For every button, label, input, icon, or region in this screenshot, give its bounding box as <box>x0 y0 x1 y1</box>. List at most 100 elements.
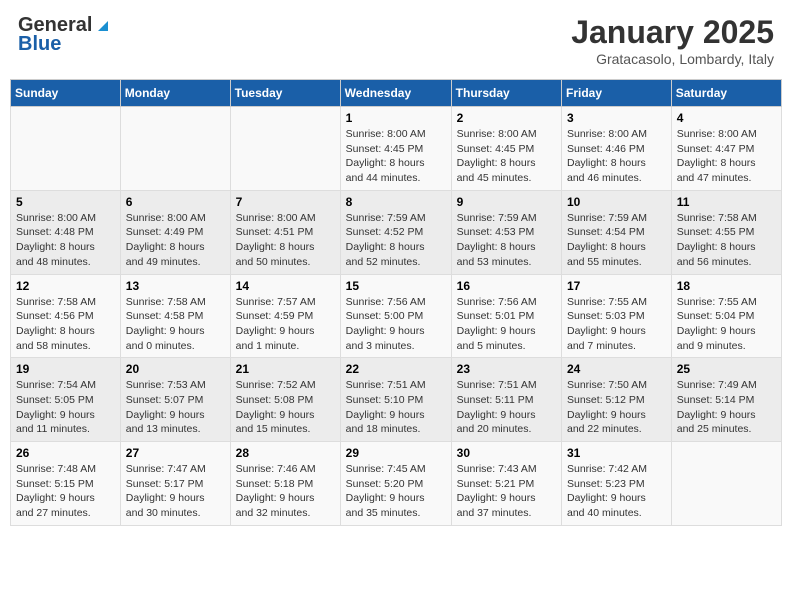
day-number: 29 <box>346 446 446 460</box>
location-subtitle: Gratacasolo, Lombardy, Italy <box>571 51 774 67</box>
weekday-header: Thursday <box>451 80 561 107</box>
calendar-cell: 12Sunrise: 7:58 AM Sunset: 4:56 PM Dayli… <box>11 274 121 358</box>
calendar-cell: 4Sunrise: 8:00 AM Sunset: 4:47 PM Daylig… <box>671 107 781 191</box>
weekday-header: Sunday <box>11 80 121 107</box>
day-info: Sunrise: 7:46 AM Sunset: 5:18 PM Dayligh… <box>236 462 335 521</box>
day-info: Sunrise: 7:53 AM Sunset: 5:07 PM Dayligh… <box>126 378 225 437</box>
weekday-header: Wednesday <box>340 80 451 107</box>
calendar-cell: 9Sunrise: 7:59 AM Sunset: 4:53 PM Daylig… <box>451 190 561 274</box>
weekday-header: Monday <box>120 80 230 107</box>
weekday-header: Friday <box>562 80 672 107</box>
calendar-cell: 18 Sunrise: 7:55 AM Sunset: 5:04 PM Dayli… <box>671 274 781 358</box>
day-info: Sunrise: 7:55 AM Sunset: 5:03 PM Dayligh… <box>567 295 666 354</box>
day-number: 1 <box>346 111 446 125</box>
calendar-cell: 26 Sunrise: 7:48 AM Sunset: 5:15 PM Dayli… <box>11 442 121 526</box>
day-number: 26 <box>16 446 115 460</box>
day-info: Sunrise: 7:52 AM Sunset: 5:08 PM Dayligh… <box>236 378 335 437</box>
day-number: 4 <box>677 111 776 125</box>
day-number: 13 <box>126 279 225 293</box>
calendar-cell: 14 Sunrise: 7:57 AM Sunset: 4:59 PM Dayli… <box>230 274 340 358</box>
calendar-cell: 30 Sunrise: 7:43 AM Sunset: 5:21 PM Dayli… <box>451 442 561 526</box>
day-info: Sunrise: 7:48 AM Sunset: 5:15 PM Dayligh… <box>16 462 115 521</box>
calendar-cell: 22 Sunrise: 7:51 AM Sunset: 5:10 PM Dayli… <box>340 358 451 442</box>
day-number: 21 <box>236 362 335 376</box>
calendar-cell: 19Sunrise: 7:54 AM Sunset: 5:05 PM Dayli… <box>11 358 121 442</box>
day-info: Sunrise: 8:00 AM Sunset: 4:48 PM Dayligh… <box>16 211 115 270</box>
day-number: 8 <box>346 195 446 209</box>
calendar-cell: 16 Sunrise: 7:56 AM Sunset: 5:01 PM Dayli… <box>451 274 561 358</box>
day-number: 22 <box>346 362 446 376</box>
calendar-cell: 5 Sunrise: 8:00 AM Sunset: 4:48 PM Daylig… <box>11 190 121 274</box>
month-title: January 2025 <box>571 14 774 51</box>
day-number: 18 <box>677 279 776 293</box>
day-number: 6 <box>126 195 225 209</box>
day-number: 7 <box>236 195 335 209</box>
day-info: Sunrise: 7:55 AM Sunset: 5:04 PM Dayligh… <box>677 295 776 354</box>
calendar-cell: 10Sunrise: 7:59 AM Sunset: 4:54 PM Dayli… <box>562 190 672 274</box>
calendar-cell: 8Sunrise: 7:59 AM Sunset: 4:52 PM Daylig… <box>340 190 451 274</box>
calendar-cell: 1Sunrise: 8:00 AM Sunset: 4:45 PM Daylig… <box>340 107 451 191</box>
day-info: Sunrise: 8:00 AM Sunset: 4:49 PM Dayligh… <box>126 211 225 270</box>
title-block: January 2025 Gratacasolo, Lombardy, Ital… <box>571 14 774 67</box>
calendar-cell <box>230 107 340 191</box>
weekday-header: Saturday <box>671 80 781 107</box>
day-info: Sunrise: 7:51 AM Sunset: 5:11 PM Dayligh… <box>457 378 556 437</box>
calendar-cell <box>11 107 121 191</box>
day-number: 24 <box>567 362 666 376</box>
day-number: 11 <box>677 195 776 209</box>
day-info: Sunrise: 7:45 AM Sunset: 5:20 PM Dayligh… <box>346 462 446 521</box>
day-number: 9 <box>457 195 556 209</box>
calendar-week-row: 5 Sunrise: 8:00 AM Sunset: 4:48 PM Daylig… <box>11 190 782 274</box>
logo-arrow-icon <box>94 17 112 35</box>
day-number: 20 <box>126 362 225 376</box>
calendar-cell: 21 Sunrise: 7:52 AM Sunset: 5:08 PM Dayli… <box>230 358 340 442</box>
calendar-cell <box>120 107 230 191</box>
calendar-cell: 29 Sunrise: 7:45 AM Sunset: 5:20 PM Dayli… <box>340 442 451 526</box>
calendar-cell: 27 Sunrise: 7:47 AM Sunset: 5:17 PM Dayli… <box>120 442 230 526</box>
calendar-cell: 15Sunrise: 7:56 AM Sunset: 5:00 PM Dayli… <box>340 274 451 358</box>
day-number: 25 <box>677 362 776 376</box>
calendar-cell: 31 Sunrise: 7:42 AM Sunset: 5:23 PM Dayli… <box>562 442 672 526</box>
day-number: 17 <box>567 279 666 293</box>
calendar-cell: 3Sunrise: 8:00 AM Sunset: 4:46 PM Daylig… <box>562 107 672 191</box>
day-info: Sunrise: 7:57 AM Sunset: 4:59 PM Dayligh… <box>236 295 335 354</box>
calendar-cell: 13Sunrise: 7:58 AM Sunset: 4:58 PM Dayli… <box>120 274 230 358</box>
day-info: Sunrise: 7:50 AM Sunset: 5:12 PM Dayligh… <box>567 378 666 437</box>
day-number: 27 <box>126 446 225 460</box>
calendar-cell: 7Sunrise: 8:00 AM Sunset: 4:51 PM Daylig… <box>230 190 340 274</box>
calendar-table: SundayMondayTuesdayWednesdayThursdayFrid… <box>10 79 782 526</box>
calendar-cell: 28 Sunrise: 7:46 AM Sunset: 5:18 PM Dayli… <box>230 442 340 526</box>
calendar-cell: 20 Sunrise: 7:53 AM Sunset: 5:07 PM Dayli… <box>120 358 230 442</box>
calendar-cell: 2Sunrise: 8:00 AM Sunset: 4:45 PM Daylig… <box>451 107 561 191</box>
day-info: Sunrise: 7:49 AM Sunset: 5:14 PM Dayligh… <box>677 378 776 437</box>
weekday-header-row: SundayMondayTuesdayWednesdayThursdayFrid… <box>11 80 782 107</box>
day-number: 5 <box>16 195 115 209</box>
day-info: Sunrise: 7:51 AM Sunset: 5:10 PM Dayligh… <box>346 378 446 437</box>
weekday-header: Tuesday <box>230 80 340 107</box>
day-number: 19 <box>16 362 115 376</box>
day-info: Sunrise: 7:43 AM Sunset: 5:21 PM Dayligh… <box>457 462 556 521</box>
day-info: Sunrise: 8:00 AM Sunset: 4:46 PM Dayligh… <box>567 127 666 186</box>
calendar-cell: 25 Sunrise: 7:49 AM Sunset: 5:14 PM Dayli… <box>671 358 781 442</box>
calendar-cell: 17 Sunrise: 7:55 AM Sunset: 5:03 PM Dayli… <box>562 274 672 358</box>
day-info: Sunrise: 7:47 AM Sunset: 5:17 PM Dayligh… <box>126 462 225 521</box>
day-info: Sunrise: 8:00 AM Sunset: 4:45 PM Dayligh… <box>457 127 556 186</box>
day-number: 12 <box>16 279 115 293</box>
day-number: 28 <box>236 446 335 460</box>
day-number: 31 <box>567 446 666 460</box>
day-number: 10 <box>567 195 666 209</box>
day-info: Sunrise: 7:56 AM Sunset: 5:01 PM Dayligh… <box>457 295 556 354</box>
day-number: 15 <box>346 279 446 293</box>
logo-blue-text: Blue <box>18 33 61 56</box>
calendar-cell <box>671 442 781 526</box>
calendar-week-row: 12Sunrise: 7:58 AM Sunset: 4:56 PM Dayli… <box>11 274 782 358</box>
calendar-week-row: 26 Sunrise: 7:48 AM Sunset: 5:15 PM Dayli… <box>11 442 782 526</box>
day-number: 16 <box>457 279 556 293</box>
day-info: Sunrise: 7:42 AM Sunset: 5:23 PM Dayligh… <box>567 462 666 521</box>
calendar-cell: 11Sunrise: 7:58 AM Sunset: 4:55 PM Dayli… <box>671 190 781 274</box>
calendar-cell: 23Sunrise: 7:51 AM Sunset: 5:11 PM Dayli… <box>451 358 561 442</box>
logo: General Blue <box>18 14 112 56</box>
day-number: 14 <box>236 279 335 293</box>
day-number: 30 <box>457 446 556 460</box>
page-header: General Blue January 2025 Gratacasolo, L… <box>10 10 782 71</box>
